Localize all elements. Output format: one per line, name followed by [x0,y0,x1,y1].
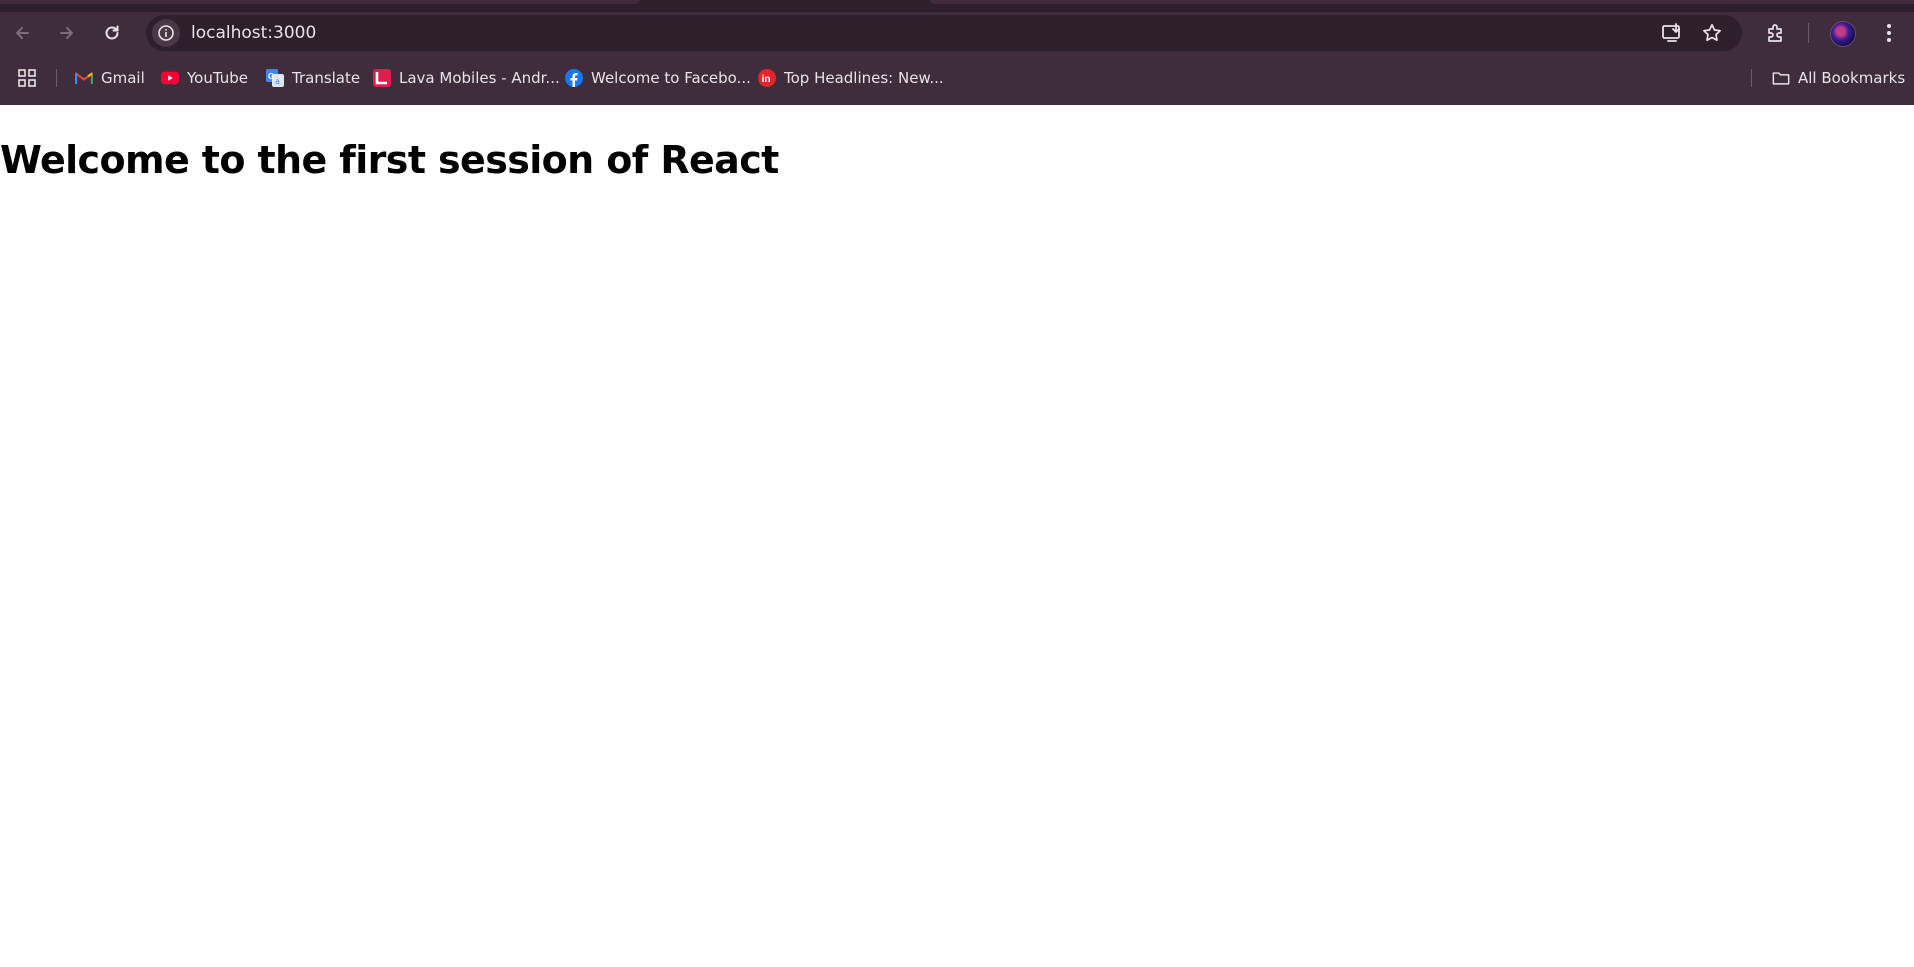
bookmark-label: Gmail [101,69,145,87]
back-button[interactable] [6,17,38,49]
bookmarks-bar: Gmail YouTube G a Translate Lava Mobiles… [0,62,1914,94]
inshorts-icon: in [758,69,776,87]
bookmark-top-headlines[interactable]: in Top Headlines: New... [758,66,944,90]
browser-menu-button[interactable] [1875,19,1903,47]
forward-button[interactable] [51,17,83,49]
browser-toolbar: localhost:3000 [0,12,1914,54]
toolbar-separator [1808,23,1809,43]
bookmarks-separator [56,69,57,87]
folder-icon [1772,69,1790,87]
bookmark-label: Translate [292,69,361,87]
back-arrow-icon [16,27,29,39]
info-icon [158,25,174,41]
forward-arrow-icon [60,27,73,39]
svg-text:G: G [268,72,274,81]
reload-button[interactable] [96,17,128,49]
bookmark-label: Welcome to Facebo... [591,69,751,87]
all-bookmarks-button[interactable]: All Bookmarks [1772,66,1905,90]
all-bookmarks-label: All Bookmarks [1798,69,1906,87]
facebook-icon [565,69,583,87]
youtube-icon [161,69,179,87]
gmail-icon [75,69,93,87]
star-icon [1703,23,1721,42]
apps-button[interactable] [17,66,37,90]
bookmark-translate[interactable]: G a Translate [266,66,360,90]
tab-strip-left [0,0,640,4]
site-info-button[interactable] [152,19,180,47]
browser-chrome: localhost:3000 Gmail YouTube G a Transla… [0,0,1914,105]
bookmarks-separator-right [1751,69,1752,87]
install-app-button[interactable] [1660,21,1684,45]
puzzle-icon [1768,24,1782,42]
lava-icon [373,69,391,87]
apps-grid-icon [18,69,36,87]
url-text[interactable]: localhost:3000 [191,24,316,42]
reload-icon [105,25,119,40]
bookmark-star-button[interactable] [1700,21,1724,45]
bookmark-youtube[interactable]: YouTube [161,66,248,90]
extensions-button[interactable] [1762,19,1790,47]
svg-text:in: in [762,74,771,85]
tab-strip [0,0,1914,12]
page-heading: Welcome to the first session of React [0,138,779,182]
profile-avatar[interactable] [1830,21,1856,47]
bookmark-facebook[interactable]: Welcome to Facebo... [565,66,751,90]
address-bar[interactable]: localhost:3000 [146,15,1742,51]
bookmark-label: Lava Mobiles - Andr... [399,69,560,87]
bookmark-lava[interactable]: Lava Mobiles - Andr... [373,66,560,90]
translate-icon: G a [266,69,284,87]
svg-text:a: a [275,77,280,86]
install-app-icon [1662,23,1680,42]
bookmark-label: YouTube [187,69,248,87]
bookmark-label: Top Headlines: New... [784,69,944,87]
more-vertical-icon [1887,24,1891,42]
tab-strip-right [930,0,1914,4]
bookmark-gmail[interactable]: Gmail [75,66,145,90]
